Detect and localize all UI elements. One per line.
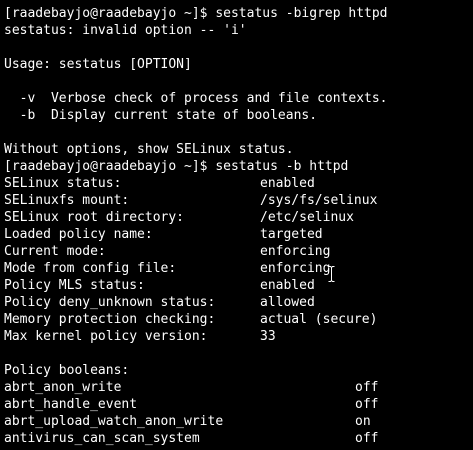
boolean-row: abrt_upload_watch_anon_write on — [4, 413, 473, 430]
status-value: /etc/selinux — [260, 210, 354, 225]
boolean-key: abrt_handle_event — [4, 397, 138, 412]
status-key: Policy deny_unknown status: — [4, 295, 216, 310]
status-key: SELinux status: — [4, 176, 122, 191]
status-value: actual (secure) — [260, 312, 378, 327]
status-row: SELinuxfs mount: /sys/fs/selinux — [4, 192, 473, 209]
boolean-row: antivirus_can_scan_system off — [4, 430, 473, 447]
command-line: [raadebayjo@raadebayjo ~]$ sestatus -b h… — [4, 159, 349, 174]
status-value: targeted — [260, 227, 323, 242]
command-line: [raadebayjo@raadebayjo ~]$ sestatus -big… — [4, 6, 388, 21]
status-row: Current mode: enforcing — [4, 243, 473, 260]
boolean-value: off — [355, 397, 379, 412]
status-value: enabled — [260, 278, 315, 293]
boolean-value: on — [355, 414, 371, 429]
status-value: /sys/fs/selinux — [260, 193, 378, 208]
status-row: Memory protection checking: actual (secur… — [4, 311, 473, 328]
i-beam-cursor-icon — [328, 265, 335, 283]
status-row: Max kernel policy version: 33 — [4, 328, 473, 345]
status-value: enforcing — [260, 244, 331, 259]
status-row: SELinux root directory: /etc/selinux — [4, 209, 473, 226]
status-key: Mode from config file: — [4, 261, 177, 276]
status-row: Policy MLS status: enabled — [4, 277, 473, 294]
scrollbar[interactable] — [469, 0, 473, 450]
option-line: -v Verbose check of process and file con… — [4, 91, 388, 106]
boolean-key: antivirus_can_scan_system — [4, 431, 200, 446]
status-value: enabled — [260, 176, 315, 191]
status-row: Policy deny_unknown status: allowed — [4, 294, 473, 311]
status-row: Loaded policy name: targeted — [4, 226, 473, 243]
status-value: allowed — [260, 295, 315, 310]
status-row: SELinux status: enabled — [4, 175, 473, 192]
status-value: 33 — [260, 329, 276, 344]
usage-line: Usage: sestatus [OPTION] — [4, 57, 192, 72]
boolean-key: abrt_upload_watch_anon_write — [4, 414, 224, 429]
boolean-row: abrt_anon_write off — [4, 379, 473, 396]
status-key: Current mode: — [4, 244, 106, 259]
status-key: Max kernel policy version: — [4, 329, 208, 344]
boolean-value: off — [355, 431, 379, 446]
status-key: Loaded policy name: — [4, 227, 153, 242]
boolean-row: abrt_handle_event off — [4, 396, 473, 413]
booleans-header: Policy booleans: — [4, 363, 130, 378]
status-value: enforcing — [260, 261, 331, 276]
status-key: Policy MLS status: — [4, 278, 145, 293]
boolean-key: abrt_anon_write — [4, 380, 122, 395]
option-line: -b Display current state of booleans. — [4, 108, 318, 123]
error-message: sestatus: invalid option -- 'i' — [4, 23, 247, 38]
status-key: SELinuxfs mount: — [4, 193, 130, 208]
terminal-window[interactable]: [raadebayjo@raadebayjo ~]$ sestatus -big… — [0, 0, 473, 450]
status-key: SELinux root directory: — [4, 210, 185, 225]
help-line: Without options, show SELinux status. — [4, 142, 294, 157]
boolean-value: off — [355, 380, 379, 395]
status-row: Mode from config file: enforcing — [4, 260, 473, 277]
status-key: Memory protection checking: — [4, 312, 216, 327]
